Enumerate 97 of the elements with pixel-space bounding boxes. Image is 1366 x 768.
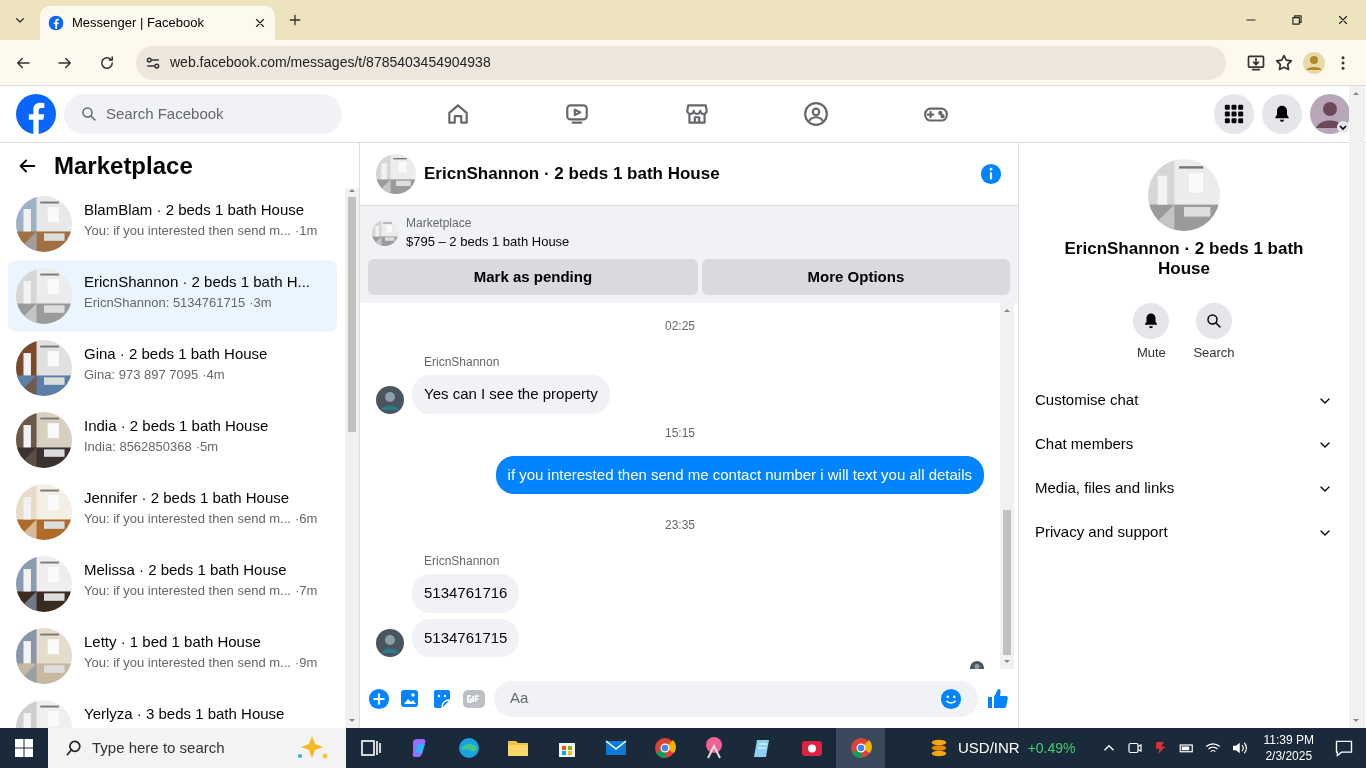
listing-title: $795 – 2 beds 1 bath House [406, 232, 570, 251]
conversation-title: EricnShannon · 2 beds 1 bath H... [84, 273, 310, 290]
search-icon [80, 105, 98, 123]
scroll-thumb[interactable] [348, 197, 356, 432]
message-time: ·4m [202, 366, 225, 383]
conversation-item[interactable]: Gina · 2 beds 1 bath House Gina: 973 897 7095 ·4m [8, 332, 337, 404]
notification-center-icon[interactable] [1334, 738, 1354, 758]
button-label: Mute [1136, 344, 1166, 362]
message-preview: EricnShannon: 5134761715 [84, 294, 246, 311]
message-time: ·1m [294, 222, 318, 239]
scrollbar[interactable] [345, 188, 359, 728]
button-label: Search [1193, 344, 1235, 362]
chat-title: EricnShannon · 2 beds 1 bath House [1063, 239, 1305, 279]
conversation-title: Yerlyza · 3 beds 1 bath House [84, 705, 285, 722]
section-header[interactable]: Media, files and links [1027, 466, 1341, 511]
section-header[interactable]: Chat members [1027, 422, 1341, 467]
section-header[interactable]: Privacy and support [1027, 510, 1341, 555]
message-time: ·6m [294, 510, 318, 527]
listing-label: Marketplace [406, 214, 473, 232]
edge-browser-icon[interactable] [456, 736, 481, 760]
search-icon [64, 738, 84, 758]
scrollbar[interactable] [1349, 86, 1365, 728]
conversation-title: India · 2 beds 1 bath House [84, 417, 269, 434]
message-preview: You: if you interested then send m... [84, 510, 291, 527]
emoji-icon[interactable] [940, 687, 962, 710]
account-avatar[interactable] [1310, 94, 1350, 134]
clock-time: 11:39 PM [1263, 732, 1314, 748]
scrollbar[interactable] [1000, 303, 1014, 670]
chrome-icon[interactable] [652, 736, 677, 760]
profile-icon[interactable] [1302, 50, 1326, 75]
new-tab-icon[interactable] [287, 12, 303, 28]
apps-icon [1224, 104, 1244, 124]
bell-icon [1272, 104, 1292, 124]
message-time: ·5m [195, 438, 219, 455]
taskbar-search-field[interactable]: Type here to search [48, 728, 346, 768]
like-icon[interactable] [986, 686, 1010, 711]
message-time: ·9m [294, 654, 318, 671]
clock-date: 2/3/2025 [1265, 748, 1313, 764]
message-bubble: if you interested then send me contact number i will text you all details [495, 455, 984, 495]
action-button[interactable]: More Options [701, 259, 1010, 296]
timestamp: 02:25 [665, 319, 695, 334]
search-icon [1205, 312, 1223, 330]
add-icon[interactable] [368, 687, 390, 710]
sender-name: EricnShannon [424, 554, 500, 569]
action-button[interactable] [1196, 303, 1232, 339]
conversation-item[interactable]: Melissa · 2 beds 1 bath House You: if you interested then send m... ·7m [8, 548, 337, 620]
sender-name: EricnShannon [424, 355, 500, 370]
chrome-icon[interactable] [848, 736, 873, 760]
conversation-title: Letty · 1 bed 1 bath House [84, 633, 262, 650]
windows-start-icon[interactable] [15, 739, 33, 757]
action-button[interactable]: Mark as pending [368, 259, 698, 296]
message-preview: India: 8562850368 [84, 438, 192, 455]
message-preview: You: if you interested then send m... [84, 582, 291, 599]
scroll-thumb[interactable] [1003, 510, 1011, 656]
ticker-name: USD/INR [957, 737, 1020, 758]
tab-title: Messenger | Facebook [72, 14, 205, 33]
section-header[interactable]: Customise chat [1027, 378, 1341, 423]
reload-icon[interactable] [98, 53, 116, 72]
message-field[interactable]: Aa [494, 680, 978, 717]
message-time: ·7m [294, 582, 318, 599]
facebook-logo-icon [48, 15, 64, 31]
message-preview: Gina: 973 897 7095 [84, 366, 199, 383]
conversation-item[interactable]: BlamBlam · 2 beds 1 bath House You: if you interested then send m... ·1m [8, 188, 337, 260]
info-icon[interactable] [980, 162, 1002, 185]
timestamp: 15:15 [665, 425, 695, 440]
store-icon[interactable] [683, 101, 710, 127]
message-bubble: 5134761715 [412, 618, 520, 658]
search-field[interactable]: Search Facebook [64, 94, 342, 134]
chat-title: EricnShannon · 2 beds 1 bath House [424, 163, 721, 186]
conversation-title: Gina · 2 beds 1 bath House [84, 345, 268, 362]
message-time: ·3m [249, 294, 272, 311]
conversation-item[interactable]: Letty · 1 bed 1 bath House You: if you interested then send m... ·9m [8, 620, 337, 692]
groups-icon[interactable] [803, 101, 830, 127]
message-bubble: 5134761716 [412, 574, 520, 613]
restore-icon[interactable] [1290, 13, 1304, 27]
conversation-item[interactable]: India · 2 beds 1 bath House India: 8562850368 ·5m [8, 404, 337, 476]
browser-tab[interactable]: Messenger | Facebook [40, 6, 275, 40]
conversation-title: BlamBlam · 2 beds 1 bath House [84, 201, 306, 218]
action-button[interactable] [1133, 303, 1170, 339]
notifications-button[interactable] [1262, 94, 1302, 134]
menu-button[interactable] [1214, 94, 1254, 134]
panel-title: Marketplace [54, 150, 193, 181]
address-field[interactable]: web.facebook.com/messages/t/8785403454904938 [136, 45, 1226, 80]
close-icon[interactable] [1336, 13, 1350, 27]
video-icon[interactable] [564, 101, 591, 127]
timestamp: 23:35 [665, 518, 695, 533]
ticker-change: +0.49% [1027, 738, 1076, 758]
message-bubble: Yes can I see the property [412, 375, 610, 414]
conversation-title: Melissa · 2 beds 1 bath House [84, 561, 288, 578]
conversation-item[interactable]: Jennifer · 2 beds 1 bath House You: if you interested then send m... ·6m [8, 476, 337, 548]
conversation-title: Jennifer · 2 beds 1 bath House [84, 489, 291, 506]
message-preview: You: if you interested then send m... [84, 222, 291, 239]
facebook-logo-icon[interactable] [16, 94, 56, 134]
conversation-item[interactable]: EricnShannon · 2 beds 1 bath H... EricnShannon: 5134761715 ·3m [8, 260, 337, 332]
close-icon[interactable] [253, 16, 267, 30]
star-icon[interactable] [1274, 52, 1294, 73]
message-preview: You: if you interested then send m... [84, 654, 291, 671]
